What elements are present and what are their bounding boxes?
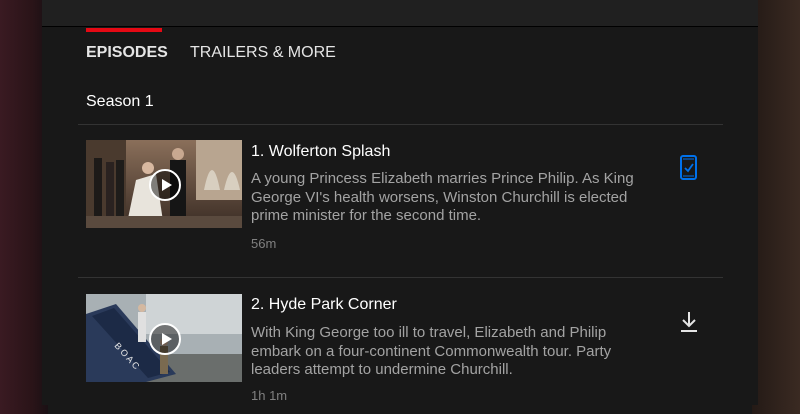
episode-title: 1. Wolferton Splash <box>251 143 391 160</box>
downloaded-check-icon[interactable] <box>679 155 699 186</box>
tab-trailers-and-more[interactable]: TRAILERS & MORE <box>190 44 336 62</box>
season-selector[interactable]: Season 1 <box>86 93 154 111</box>
play-icon[interactable] <box>149 323 181 355</box>
episode-row: 1. Wolferton Splash A young Princess Eli… <box>86 140 726 260</box>
episode-description: A young Princess Elizabeth marries Princ… <box>251 170 634 224</box>
episode-thumbnail[interactable]: B O A C <box>86 294 242 382</box>
tab-episodes[interactable]: EPISODES <box>86 44 168 62</box>
episode-duration: 56m <box>251 236 277 251</box>
episodes-panel: EPISODES TRAILERS & MORE Season 1 1. Wol… <box>42 0 758 405</box>
active-tab-indicator <box>86 28 162 32</box>
episode-row: B O A C 2. Hyde Park Corner With King Ge… <box>86 294 726 414</box>
play-icon[interactable] <box>149 169 181 201</box>
episode-title: 2. Hyde Park Corner <box>251 296 397 313</box>
episode-thumbnail[interactable] <box>86 140 242 228</box>
download-icon[interactable] <box>679 310 699 339</box>
episode-duration: 1h 1m <box>251 388 288 403</box>
top-bar <box>42 0 758 27</box>
divider <box>78 277 723 278</box>
divider <box>78 124 723 125</box>
episode-description: With King George too ill to travel, Eliz… <box>251 324 612 378</box>
